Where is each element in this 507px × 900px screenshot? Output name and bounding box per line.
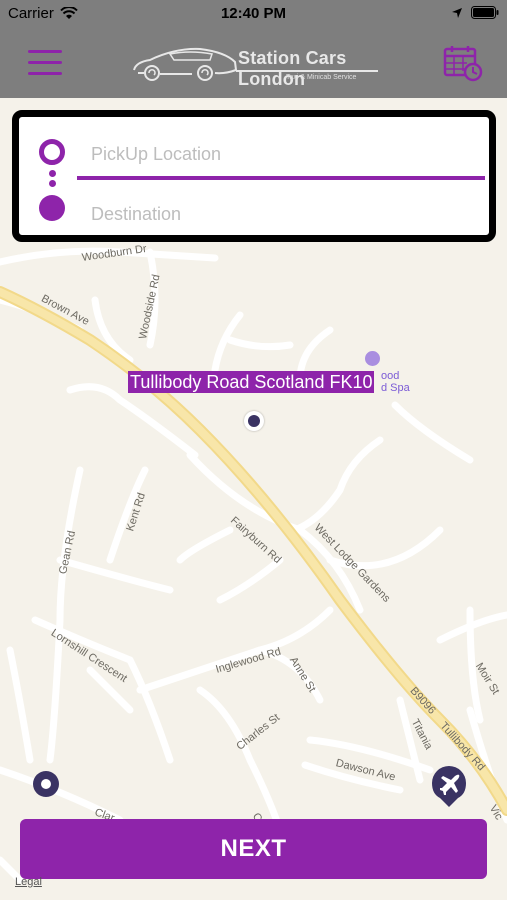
menu-icon	[28, 50, 62, 53]
map-center-pin-icon	[244, 411, 264, 431]
airplane-icon	[432, 766, 466, 807]
destination-marker-icon	[39, 195, 65, 221]
calendar-clock-icon	[443, 46, 483, 82]
status-time: 12:40 PM	[220, 5, 287, 22]
next-button[interactable]: NEXT	[20, 819, 487, 879]
pickup-marker-icon	[39, 139, 65, 165]
location-divider	[77, 176, 485, 180]
pickup-location-input[interactable]	[91, 139, 471, 169]
destination-input[interactable]	[91, 199, 471, 229]
app-header: Station Cars London Taxi & Minicab Servi…	[0, 28, 507, 98]
app-logo: Station Cars London Taxi & Minicab Servi…	[130, 40, 380, 89]
battery-icon	[471, 6, 499, 19]
location-arrow-icon	[452, 7, 462, 18]
route-dot-icon	[49, 170, 56, 177]
route-dot-icon	[49, 180, 56, 187]
location-card	[12, 110, 496, 242]
poi-label: ood d Spa	[381, 370, 410, 394]
legal-link[interactable]: Legal	[15, 876, 42, 888]
logo-title: Station Cars London	[238, 48, 347, 89]
schedule-button[interactable]	[443, 44, 483, 82]
logo-subtitle: Taxi & Minicab Service	[286, 74, 357, 81]
airport-button[interactable]	[430, 764, 468, 808]
status-bar: Carrier 12:40 PM	[0, 0, 507, 28]
menu-button[interactable]	[28, 50, 62, 76]
logo-underline	[236, 70, 378, 72]
selected-address-label: Tullibody Road Scotland FK10	[128, 371, 375, 393]
current-location-button[interactable]	[33, 771, 59, 797]
car-logo-icon	[133, 47, 238, 81]
spa-poi-icon[interactable]	[365, 351, 380, 366]
